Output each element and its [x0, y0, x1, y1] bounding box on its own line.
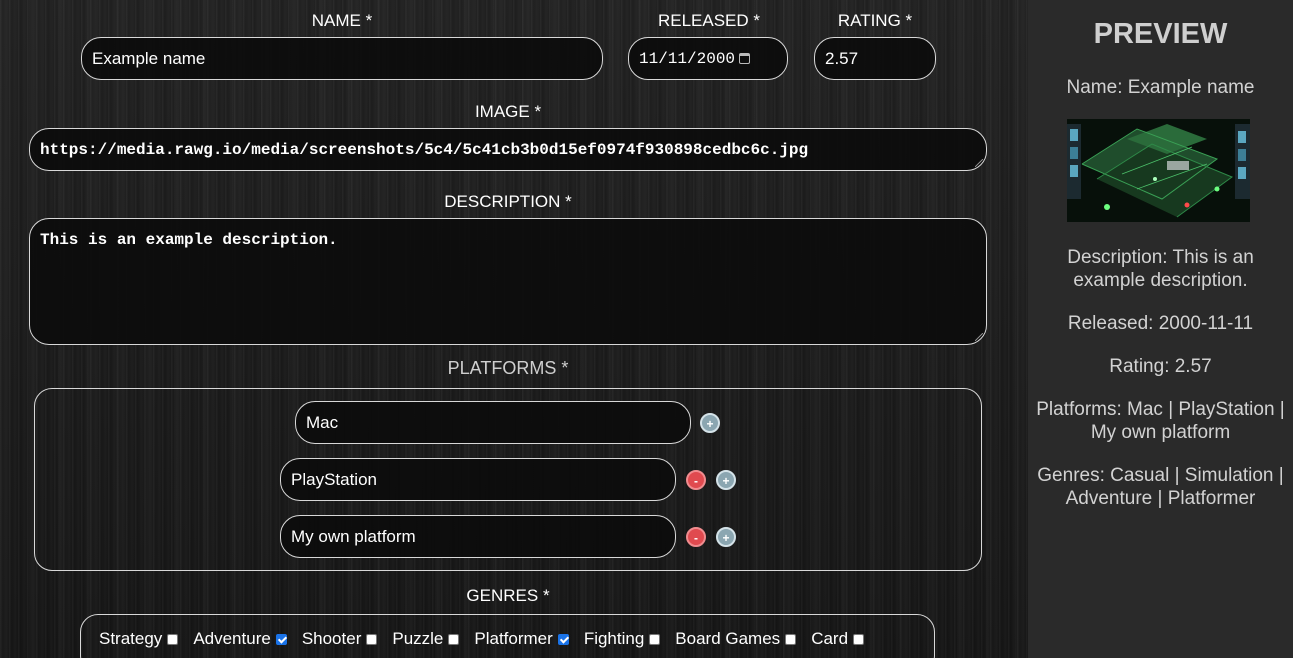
description-label: DESCRIPTION * [444, 192, 572, 211]
genre-label: Board Games [675, 629, 781, 648]
genre-checkbox[interactable] [366, 633, 378, 645]
genre-checkbox[interactable] [557, 633, 569, 645]
genre-label: Adventure [193, 629, 271, 648]
rating-label: RATING * [837, 11, 913, 30]
genre-option-shooter[interactable]: Shooter [302, 629, 378, 649]
genre-label: Strategy [99, 629, 163, 648]
add-platform-button[interactable]: + [716, 527, 736, 547]
preview-rating: Rating: 2.57 [1109, 356, 1212, 377]
released-date-input[interactable]: 11/11/2000 [628, 37, 788, 80]
preview-platforms: Platforms: Mac | PlayStation | My own pl… [1036, 399, 1285, 443]
preview-released: Released: 2000-11-11 [1067, 313, 1254, 334]
released-date-value: 11/11/2000 [639, 49, 736, 68]
genre-option-fighting[interactable]: Fighting [583, 629, 661, 649]
genre-option-card[interactable]: Card [811, 629, 865, 649]
add-platform-button[interactable]: + [700, 413, 720, 433]
game-screenshot-thumbnail [1067, 119, 1250, 222]
platform-input-mac[interactable]: Mac [295, 401, 691, 444]
genre-label: Shooter [301, 629, 362, 648]
platform-value: PlayStation [291, 469, 377, 489]
genre-option-board-games[interactable]: Board Games [675, 629, 797, 649]
genre-label: Puzzle [392, 629, 444, 648]
preview-genres: Genres: Casual | Simulation | Adventure … [1037, 465, 1284, 509]
platform-input-playstation[interactable]: PlayStation [280, 458, 676, 501]
genre-label: Fighting [583, 629, 645, 648]
rating-input[interactable]: 2.57 [814, 37, 936, 80]
rating-input-value: 2.57 [825, 48, 859, 68]
platform-value: Mac [306, 412, 339, 432]
description-textarea[interactable]: This is an example description. [29, 218, 987, 345]
calendar-icon[interactable] [739, 53, 751, 64]
released-label: RELEASED * [657, 11, 761, 30]
genre-checkbox[interactable] [167, 633, 179, 645]
platform-input-custom[interactable]: My own platform [280, 515, 676, 558]
genre-label: Card [811, 629, 849, 648]
preview-image [1067, 119, 1250, 222]
name-input-value: Example name [92, 48, 206, 68]
name-label: NAME * [311, 11, 373, 30]
name-input[interactable]: Example name [81, 37, 603, 80]
plus-circle-icon: + [722, 531, 730, 545]
preview-name: Name: Example name [1066, 77, 1255, 98]
genre-option-adventure[interactable]: Adventure [193, 629, 287, 649]
resize-handle-icon[interactable] [975, 333, 983, 341]
genre-checkbox[interactable] [275, 633, 287, 645]
minus-circle-icon: - [694, 531, 698, 545]
platform-value: My own platform [291, 526, 416, 546]
resize-handle-icon[interactable] [975, 159, 983, 167]
genre-checkbox[interactable] [785, 633, 797, 645]
genre-option-strategy[interactable]: Strategy [99, 629, 179, 649]
minus-circle-icon: - [694, 474, 698, 488]
image-url-input[interactable]: https://media.rawg.io/media/screenshots/… [29, 128, 987, 171]
preview-title: PREVIEW [1093, 18, 1228, 50]
genre-checkbox[interactable] [448, 633, 460, 645]
genre-checkbox[interactable] [853, 633, 865, 645]
genres-checkbox-list: Strategy Adventure Shooter Puzzle Platfo… [99, 629, 879, 649]
image-url-value: https://media.rawg.io/media/screenshots/… [40, 140, 809, 159]
platforms-label: PLATFORMS * [447, 358, 569, 378]
genres-label: GENRES * [466, 586, 550, 605]
genre-label: Platformer [474, 629, 553, 648]
genre-checkbox[interactable] [649, 633, 661, 645]
remove-platform-button[interactable]: - [686, 470, 706, 490]
plus-circle-icon: + [706, 417, 714, 431]
preview-description: Description: This is an example descript… [1067, 247, 1254, 291]
description-value: This is an example description. [40, 231, 338, 249]
genre-option-platformer[interactable]: Platformer [474, 629, 569, 649]
image-label: IMAGE * [474, 102, 542, 121]
remove-platform-button[interactable]: - [686, 527, 706, 547]
plus-circle-icon: + [722, 474, 730, 488]
add-platform-button[interactable]: + [716, 470, 736, 490]
genre-option-puzzle[interactable]: Puzzle [392, 629, 460, 649]
preview-panel: PREVIEW Name: Example name Description: … [1028, 0, 1293, 658]
